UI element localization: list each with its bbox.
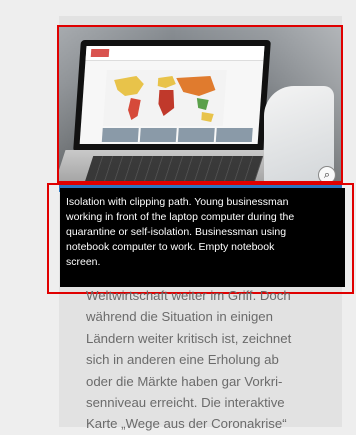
article-line: Ländern weiter kritisch ist, zeichnet (86, 330, 292, 346)
article-line: senniveau erreicht. Die interaktive (86, 395, 285, 411)
article-line: sich in anderen eine Erholung ab (86, 352, 279, 368)
article-line: während die Situation in einigen (86, 309, 273, 325)
highlight-box-tooltip (47, 183, 354, 294)
article-text: Weltwirtschaft weiter im Griff. Doch wäh… (86, 285, 322, 435)
highlight-box-image (57, 25, 343, 183)
article-line: Weltwirtschaft weiter im Griff. Doch (86, 288, 291, 303)
article-line: Karte „Wege aus der Coronakrise“ (86, 416, 287, 432)
article-line: oder die Märkte haben gar Vorkri- (86, 373, 283, 389)
